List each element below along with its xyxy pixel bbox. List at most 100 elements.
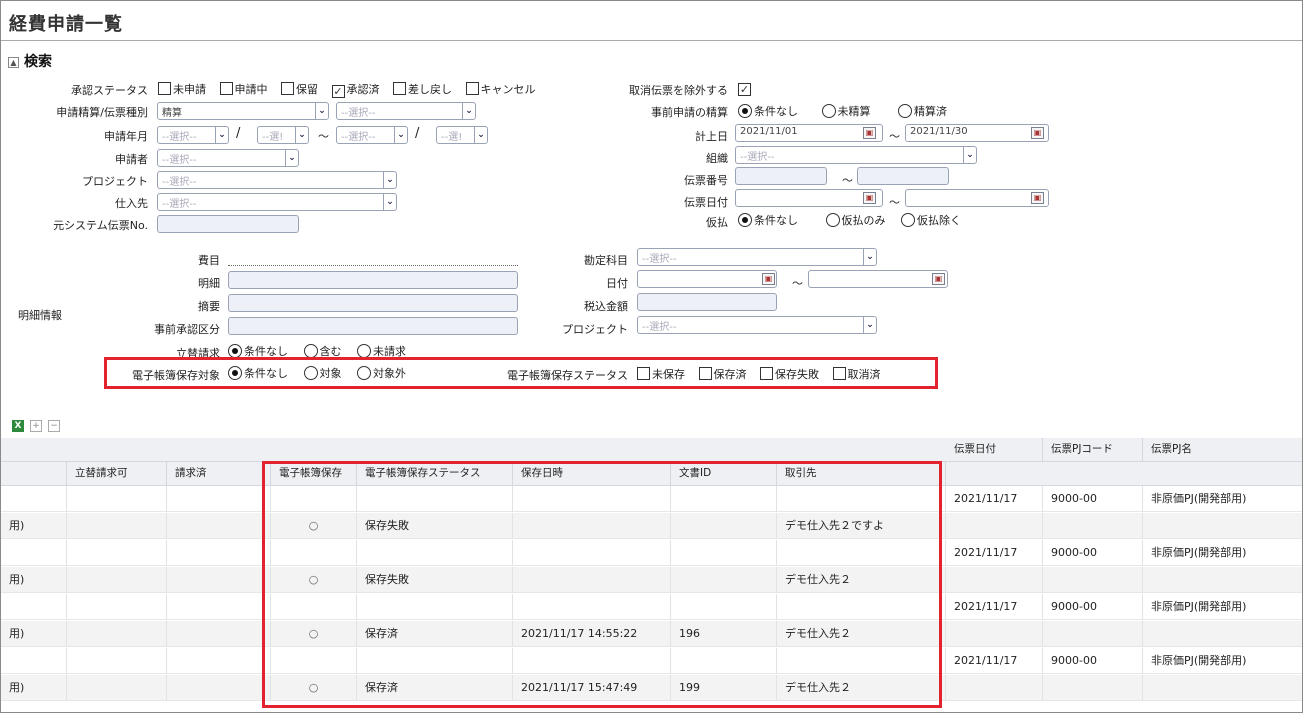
- table-cell: [1143, 513, 1302, 539]
- checkbox-approved[interactable]: ✓: [331, 85, 345, 98]
- pre-settle-opt-1[interactable]: 未精算: [821, 104, 871, 118]
- org-label: 組織: [706, 152, 728, 165]
- status-option-5[interactable]: キャンセル: [465, 82, 536, 96]
- temp-opt-0[interactable]: 条件なし: [738, 213, 798, 227]
- radio-icon[interactable]: [825, 213, 840, 227]
- status-option-1[interactable]: 申請中: [219, 82, 268, 96]
- ebook-target-opt-0[interactable]: 条件なし: [228, 366, 288, 380]
- type2-select[interactable]: --選択-- ⌄: [336, 102, 476, 120]
- temp-opt-2[interactable]: 仮払除く: [901, 213, 961, 227]
- table-cell: [67, 621, 167, 647]
- table-cell: 9000-00: [1043, 486, 1143, 512]
- zeikomi-input[interactable]: [637, 293, 777, 311]
- table-cell: 2021/11/17: [946, 486, 1043, 512]
- col-slip-date[interactable]: 伝票日付: [946, 438, 1043, 462]
- year-to-select[interactable]: --選択-- ⌄: [336, 126, 408, 144]
- calendar-icon[interactable]: ▣: [863, 192, 876, 204]
- calendar-icon[interactable]: ▣: [1031, 192, 1044, 204]
- radio-icon[interactable]: [303, 344, 318, 358]
- meisai-input[interactable]: [228, 271, 518, 289]
- pre-settle-opt-0[interactable]: 条件なし: [738, 104, 798, 118]
- col-right-blank: [946, 462, 1302, 486]
- checkbox-hold[interactable]: [281, 82, 294, 95]
- search-section-header[interactable]: ▲ 検索: [8, 51, 52, 71]
- radio-icon[interactable]: [738, 213, 752, 227]
- status-option-3[interactable]: ✓ 承認済: [331, 83, 380, 98]
- checkbox-saved[interactable]: [698, 367, 712, 380]
- post-date-from[interactable]: 2021/11/01: [735, 124, 883, 142]
- radio-icon[interactable]: [303, 366, 318, 380]
- col-pj-code[interactable]: 伝票PJコード: [1043, 438, 1143, 462]
- kanjo-select[interactable]: --選択-- ⌄: [637, 248, 877, 266]
- checkbox-cancel[interactable]: [465, 82, 479, 95]
- status-option-4[interactable]: 差し戻し: [393, 82, 452, 96]
- calendar-icon[interactable]: ▣: [762, 273, 775, 285]
- checkbox-cancelled[interactable]: [832, 367, 846, 380]
- collapse-all-icon[interactable]: −: [48, 420, 60, 432]
- slip-no-from[interactable]: [735, 167, 827, 185]
- applicant-select[interactable]: --選択-- ⌄: [157, 149, 299, 167]
- radio-icon[interactable]: [821, 104, 836, 118]
- calendar-icon[interactable]: ▣: [1031, 127, 1044, 139]
- status-option-0[interactable]: 未申請: [158, 82, 206, 96]
- status-option-2[interactable]: 保留: [281, 82, 318, 96]
- expand-all-icon[interactable]: +: [30, 420, 42, 432]
- col-tatekae[interactable]: 立替請求可: [67, 462, 167, 486]
- slip-date-from[interactable]: [735, 189, 883, 207]
- exclude-cancel-checkbox[interactable]: ✓: [738, 83, 751, 96]
- ebook-target-opt-1[interactable]: 対象: [303, 366, 342, 380]
- radio-icon[interactable]: [357, 344, 371, 358]
- radio-icon[interactable]: [898, 104, 912, 118]
- table-cell: [167, 486, 271, 512]
- tekiyo-input[interactable]: [228, 294, 518, 312]
- col-billed[interactable]: 請求済: [167, 462, 271, 486]
- checkbox-unsaved[interactable]: [637, 367, 650, 380]
- radio-icon[interactable]: [357, 366, 371, 380]
- checkbox-save-failed[interactable]: [760, 367, 773, 380]
- tilde-sep: ～: [318, 130, 329, 143]
- project-select[interactable]: --選択-- ⌄: [157, 171, 397, 189]
- slip-no-to[interactable]: [857, 167, 949, 185]
- month-from-select[interactable]: --選! ⌄: [257, 126, 309, 144]
- checkbox-applying[interactable]: [219, 82, 233, 95]
- radio-icon[interactable]: [228, 344, 242, 358]
- month-to-select[interactable]: --選! ⌄: [436, 126, 488, 144]
- temp-opt-1[interactable]: 仮払のみ: [825, 213, 886, 227]
- radio-icon[interactable]: [738, 104, 752, 118]
- radio-icon[interactable]: [228, 366, 242, 380]
- ebook-status-opt-0[interactable]: 未保存: [637, 367, 685, 381]
- type-select[interactable]: 精算 ⌄: [157, 102, 329, 120]
- excel-export-icon[interactable]: X: [12, 420, 24, 432]
- radio-icon[interactable]: [901, 213, 915, 227]
- collapse-toggle-icon[interactable]: ▲: [8, 57, 19, 68]
- table-cell: [1043, 675, 1143, 701]
- col-pj-name[interactable]: 伝票PJ名: [1143, 438, 1302, 462]
- checkbox-unapplied[interactable]: [158, 82, 171, 95]
- slip-date-to[interactable]: [905, 189, 1049, 207]
- year-from-select[interactable]: --選択-- ⌄: [157, 126, 229, 144]
- ebook-status-opt-3[interactable]: 取消済: [832, 367, 881, 381]
- table-cell: [946, 513, 1043, 539]
- org-select[interactable]: --選択-- ⌄: [735, 146, 977, 164]
- pre-approval-input[interactable]: [228, 317, 518, 335]
- pre-settle-opt-2[interactable]: 精算済: [898, 104, 947, 118]
- orig-slip-input[interactable]: [157, 215, 299, 233]
- table-cell: [67, 486, 167, 512]
- ebook-status-opt-2[interactable]: 保存失敗: [760, 367, 819, 381]
- vendor-select[interactable]: --選択-- ⌄: [157, 193, 397, 211]
- himoku-field[interactable]: [228, 265, 518, 266]
- chevron-down-icon: ⌄: [383, 172, 396, 188]
- calendar-icon[interactable]: ▣: [932, 273, 945, 285]
- calendar-icon[interactable]: ▣: [863, 127, 876, 139]
- checkbox-returned[interactable]: [393, 82, 406, 95]
- table-cell: [167, 513, 271, 539]
- ebook-target-opt-2[interactable]: 対象外: [357, 366, 406, 380]
- hizuke-to[interactable]: [808, 270, 948, 288]
- table-cell: 2021/11/17: [946, 648, 1043, 674]
- project2-select[interactable]: --選択-- ⌄: [637, 316, 877, 334]
- hizuke-from[interactable]: [637, 270, 777, 288]
- ebook-status-opt-1[interactable]: 保存済: [698, 367, 747, 381]
- project2-label: プロジェクト: [562, 323, 628, 336]
- post-date-to[interactable]: 2021/11/30: [905, 124, 1049, 142]
- chevron-down-icon: ⌄: [863, 249, 876, 265]
